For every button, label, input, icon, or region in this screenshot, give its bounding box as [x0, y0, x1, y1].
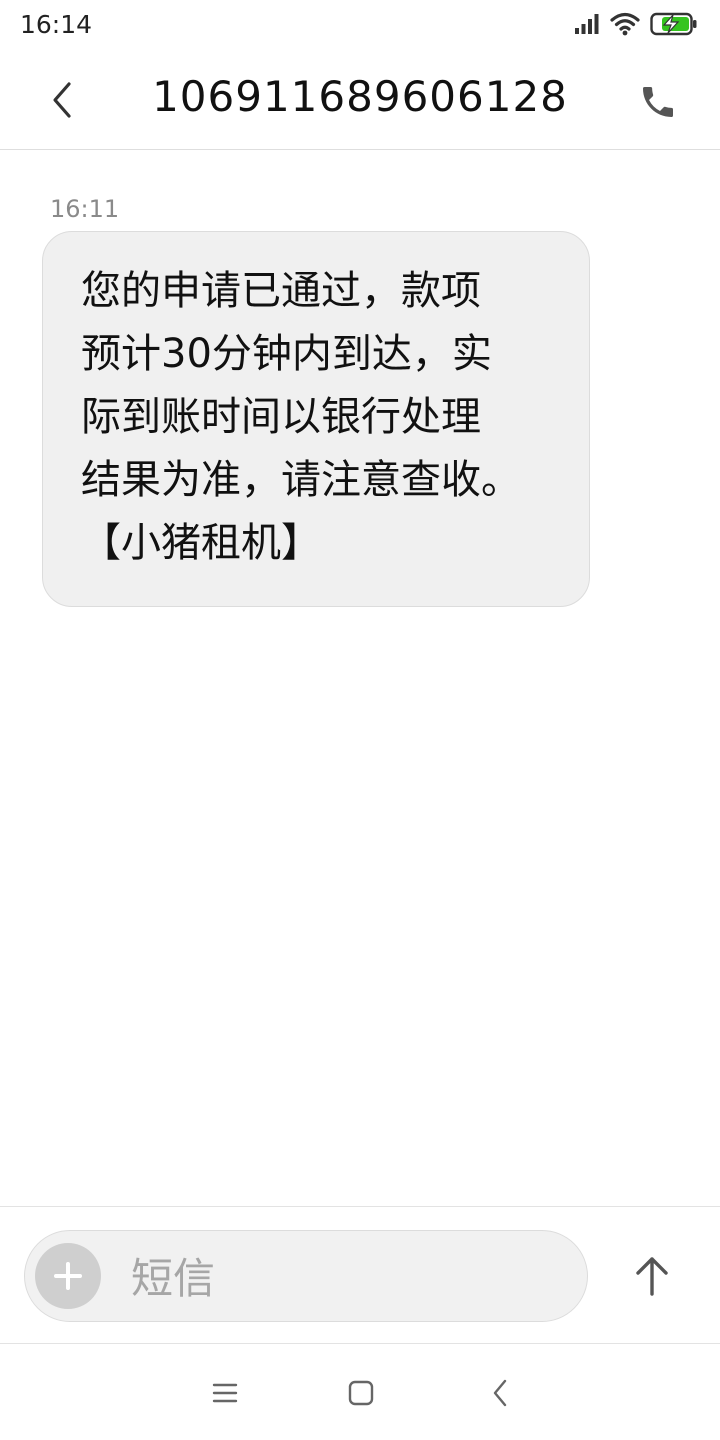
sms-conversation-screen: 16:14 106911689606128 16:11 您的申请已通过，款项 预…	[0, 0, 720, 1440]
phone-icon	[643, 87, 673, 117]
message-list[interactable]: 16:11 您的申请已通过，款项 预计30分钟内到达，实 际到账时间以银行处理 …	[0, 151, 720, 1205]
battery-charging-icon	[650, 12, 698, 36]
message-input[interactable]: 短信	[24, 1230, 588, 1322]
conversation-header: 106911689606128	[0, 52, 720, 150]
menu-button[interactable]	[205, 1373, 245, 1413]
back-button[interactable]	[36, 74, 88, 126]
send-button[interactable]	[624, 1245, 680, 1307]
call-button[interactable]	[632, 76, 684, 128]
message-timestamp: 16:11	[50, 195, 120, 223]
nav-back-button[interactable]	[480, 1373, 520, 1413]
signal-icon	[574, 13, 600, 35]
attach-button[interactable]	[35, 1243, 101, 1309]
wifi-icon	[610, 12, 640, 36]
back-chevron-icon	[493, 1379, 507, 1407]
home-square-icon	[348, 1380, 374, 1406]
status-time: 16:14	[20, 10, 93, 39]
input-placeholder: 短信	[131, 1254, 216, 1303]
home-button[interactable]	[341, 1373, 381, 1413]
compose-bar: 短信	[0, 1206, 720, 1344]
chevron-left-icon	[53, 82, 71, 118]
system-nav-bar	[0, 1345, 720, 1440]
plus-icon	[54, 1262, 82, 1290]
menu-icon	[212, 1383, 238, 1403]
status-icons	[574, 12, 698, 36]
incoming-message-bubble[interactable]: 您的申请已通过，款项 预计30分钟内到达，实 际到账时间以银行处理 结果为准，请…	[42, 231, 590, 607]
contact-number-title: 106911689606128	[152, 72, 568, 121]
status-bar: 16:14	[0, 0, 720, 52]
arrow-up-icon	[636, 1257, 668, 1296]
message-text: 您的申请已通过，款项 预计30分钟内到达，实 际到账时间以银行处理 结果为准，请…	[81, 268, 521, 566]
